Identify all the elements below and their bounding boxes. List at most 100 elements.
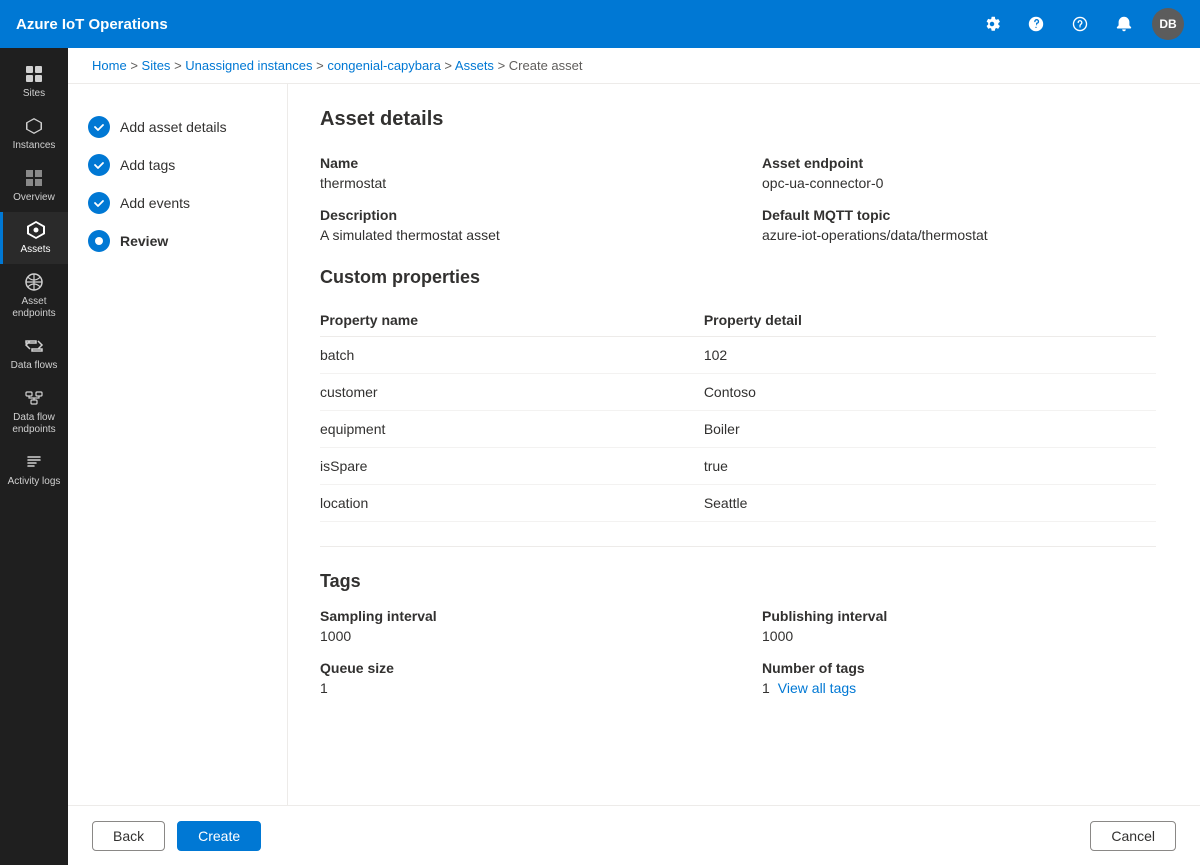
table-row: batch 102 — [320, 337, 1156, 374]
field-mqtt-value: azure-iot-operations/data/thermostat — [762, 227, 1156, 243]
asset-endpoints-icon — [24, 272, 44, 292]
sidebar: Sites Instances Overview Assets Asset en… — [0, 48, 68, 865]
prop-name-header: Property name — [320, 304, 656, 337]
prop-detail-cell: Contoso — [656, 374, 1156, 411]
main-panel: Asset details Name thermostat Asset endp… — [288, 84, 1200, 805]
custom-properties-table: Property name Property detail batch 102 … — [320, 304, 1156, 522]
field-endpoint-label: Asset endpoint — [762, 155, 1156, 171]
prop-name-cell: batch — [320, 337, 656, 374]
table-row: location Seattle — [320, 485, 1156, 522]
table-row: equipment Boiler — [320, 411, 1156, 448]
step-review[interactable]: Review — [84, 222, 271, 260]
user-avatar[interactable]: DB — [1152, 8, 1184, 40]
publishing-interval-label: Publishing interval — [762, 608, 1156, 624]
back-button[interactable]: Back — [92, 821, 165, 851]
breadcrumb: Home > Sites > Unassigned instances > co… — [68, 48, 1200, 84]
step-label-2: Add tags — [120, 157, 175, 173]
sidebar-item-activity-logs[interactable]: Activity logs — [0, 444, 68, 496]
sidebar-item-overview[interactable]: Overview — [0, 160, 68, 212]
instances-icon — [24, 116, 44, 136]
sidebar-item-data-flow-endpoints[interactable]: Data flow endpoints — [0, 380, 68, 444]
number-of-tags-value: 1 View all tags — [762, 680, 1156, 696]
data-flow-endpoints-icon — [24, 388, 44, 408]
sampling-interval-value: 1000 — [320, 628, 714, 644]
footer: Back Create Cancel — [68, 805, 1200, 865]
cancel-button[interactable]: Cancel — [1090, 821, 1176, 851]
sidebar-item-asset-endpoints[interactable]: Asset endpoints — [0, 264, 68, 328]
step-label-1: Add asset details — [120, 119, 227, 135]
table-row: isSpare true — [320, 448, 1156, 485]
field-asset-endpoint: Asset endpoint opc-ua-connector-0 — [762, 155, 1156, 191]
step-circle-done-2 — [88, 154, 110, 176]
assets-label: Assets — [20, 244, 50, 256]
step-circle-done-1 — [88, 116, 110, 138]
activity-logs-label: Activity logs — [8, 476, 61, 488]
create-button[interactable]: Create — [177, 821, 261, 851]
table-row: customer Contoso — [320, 374, 1156, 411]
data-flow-endpoints-label: Data flow endpoints — [4, 412, 64, 436]
main-layout: Sites Instances Overview Assets Asset en… — [0, 48, 1200, 865]
field-endpoint-value: opc-ua-connector-0 — [762, 175, 1156, 191]
asset-details-title: Asset details — [320, 108, 1156, 131]
sidebar-item-instances[interactable]: Instances — [0, 108, 68, 160]
breadcrumb-sites[interactable]: Sites — [142, 58, 171, 73]
breadcrumb-assets[interactable]: Assets — [455, 58, 494, 73]
publishing-interval-value: 1000 — [762, 628, 1156, 644]
feedback-icon[interactable] — [1064, 8, 1096, 40]
field-publishing-interval: Publishing interval 1000 — [762, 608, 1156, 644]
prop-name-cell: equipment — [320, 411, 656, 448]
breadcrumb-home[interactable]: Home — [92, 58, 127, 73]
sites-label: Sites — [23, 88, 45, 100]
field-queue-size: Queue size 1 — [320, 660, 714, 696]
queue-size-label: Queue size — [320, 660, 714, 676]
sidebar-item-sites[interactable]: Sites — [0, 56, 68, 108]
prop-detail-cell: true — [656, 448, 1156, 485]
number-of-tags-label: Number of tags — [762, 660, 1156, 676]
tags-grid: Sampling interval 1000 Publishing interv… — [320, 608, 1156, 696]
breadcrumb-unassigned[interactable]: Unassigned instances — [185, 58, 312, 73]
field-description-label: Description — [320, 207, 714, 223]
content-area: Home > Sites > Unassigned instances > co… — [68, 48, 1200, 865]
breadcrumb-instance[interactable]: congenial-capybara — [327, 58, 440, 73]
sidebar-item-data-flows[interactable]: Data flows — [0, 328, 68, 380]
step-circle-active-4 — [88, 230, 110, 252]
prop-name-cell: isSpare — [320, 448, 656, 485]
asset-endpoints-label: Asset endpoints — [4, 296, 64, 320]
field-name: Name thermostat — [320, 155, 714, 191]
field-sampling-interval: Sampling interval 1000 — [320, 608, 714, 644]
prop-detail-cell: Boiler — [656, 411, 1156, 448]
overview-label: Overview — [13, 192, 55, 204]
field-description-value: A simulated thermostat asset — [320, 227, 714, 243]
step-add-tags[interactable]: Add tags — [84, 146, 271, 184]
top-navigation: Azure IoT Operations DB — [0, 0, 1200, 48]
custom-properties-title: Custom properties — [320, 267, 1156, 288]
overview-icon — [24, 168, 44, 188]
help-icon[interactable] — [1020, 8, 1052, 40]
prop-name-cell: location — [320, 485, 656, 522]
prop-detail-cell: 102 — [656, 337, 1156, 374]
step-add-asset-details[interactable]: Add asset details — [84, 108, 271, 146]
prop-detail-header: Property detail — [656, 304, 1156, 337]
assets-icon — [26, 220, 46, 240]
step-circle-done-3 — [88, 192, 110, 214]
notification-icon[interactable] — [1108, 8, 1140, 40]
sampling-interval-label: Sampling interval — [320, 608, 714, 624]
nav-icons: DB — [976, 8, 1184, 40]
section-divider — [320, 546, 1156, 547]
queue-size-value: 1 — [320, 680, 714, 696]
activity-logs-icon — [24, 452, 44, 472]
step-add-events[interactable]: Add events — [84, 184, 271, 222]
prop-detail-cell: Seattle — [656, 485, 1156, 522]
number-of-tags-count: 1 — [762, 680, 770, 696]
view-all-tags-link[interactable]: View all tags — [778, 680, 856, 696]
field-mqtt-topic: Default MQTT topic azure-iot-operations/… — [762, 207, 1156, 243]
step-label-4: Review — [120, 233, 168, 249]
settings-icon[interactable] — [976, 8, 1008, 40]
sites-icon — [24, 64, 44, 84]
sidebar-item-assets[interactable]: Assets — [0, 212, 68, 264]
field-name-label: Name — [320, 155, 714, 171]
prop-name-cell: customer — [320, 374, 656, 411]
review-content: Asset details Name thermostat Asset endp… — [288, 84, 1188, 728]
step-label-3: Add events — [120, 195, 190, 211]
field-description: Description A simulated thermostat asset — [320, 207, 714, 243]
